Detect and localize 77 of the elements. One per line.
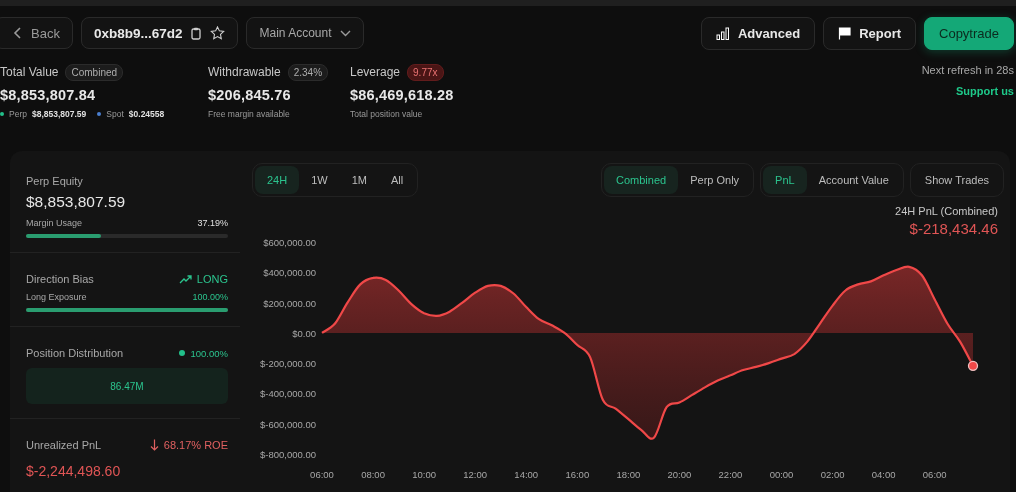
mode-tab[interactable]: Combined [604, 166, 679, 194]
stat-note: Total position value [350, 109, 423, 119]
stat-note: Free margin available [208, 109, 290, 119]
mode-tab[interactable]: Perp Only [678, 166, 752, 194]
flag-icon [838, 26, 852, 40]
star-icon[interactable] [210, 26, 226, 40]
distribution-reading: 100.00% [190, 347, 228, 359]
breakdown-value: $8,853,807.59 [31, 109, 87, 119]
perp-equity-value: $8,853,807.59 [26, 193, 127, 211]
support-link[interactable]: Support us [955, 85, 1014, 97]
meter-label: Margin Usage [26, 218, 83, 228]
y-axis-label: $-400,000.00 [260, 388, 316, 400]
x-axis-label: 04:00 [871, 469, 896, 480]
metric-tab[interactable]: Account Value [806, 166, 901, 194]
refresh-countdown: Next refresh in 28s [921, 64, 1014, 76]
x-axis-label: 12:00 [463, 469, 488, 480]
section-label: Unrealized PnL [26, 439, 102, 451]
meter-label: Long Exposure [26, 292, 87, 302]
breakdown-label: Perp [9, 109, 27, 119]
y-axis-label: $-800,000.00 [260, 449, 316, 460]
pnl-total: $-218,434.46 [909, 220, 998, 237]
stat-label: Total Value [0, 65, 59, 79]
section-label: Position Distribution [26, 347, 124, 359]
x-axis-label: 16:00 [565, 469, 590, 480]
meter-reading: 37.19% [197, 218, 228, 228]
range-tab[interactable]: All [378, 166, 416, 194]
x-axis-label: 10:00 [412, 469, 436, 480]
chevron-down-icon [339, 29, 351, 37]
x-axis-label: 06:00 [922, 469, 947, 480]
range-tab[interactable]: 24H [255, 166, 300, 194]
section-label: Direction Bias [26, 273, 94, 285]
stat-value: $8,853,807.84 [0, 87, 97, 103]
x-axis-label: 02:00 [820, 469, 845, 480]
x-axis-label: 06:00 [310, 469, 334, 480]
stat-value: $86,469,618.28 [350, 87, 454, 103]
distribution-bar: 86.47M [26, 368, 228, 404]
x-axis-label: 20:00 [667, 469, 692, 480]
section-label: Perp Equity [26, 175, 84, 187]
trend-up-icon [178, 274, 192, 284]
roe-change: 68.17% ROE [163, 439, 228, 451]
breakdown-value: $0.24558 [128, 109, 165, 119]
y-axis-label: $-200,000.00 [260, 358, 316, 370]
copytrade-button[interactable]: Copytrade [924, 16, 1014, 50]
x-axis-label: 18:00 [616, 469, 641, 480]
stat-label: Leverage [350, 65, 401, 79]
stat-badge: 9.77x [407, 63, 444, 81]
advanced-button[interactable]: Advanced [701, 16, 816, 50]
wallet-address: 0xb8b9...67d2 [93, 25, 183, 41]
stat-label: Withdrawable [208, 65, 281, 79]
account-select[interactable]: Main Account [246, 17, 364, 49]
unrealized-pnl-value: $-2,244,498.60 [26, 463, 122, 479]
bar-chart-icon [716, 26, 730, 40]
arrow-down-icon [149, 439, 159, 451]
back-button[interactable]: Back [0, 17, 73, 49]
y-axis-label: $600,000.00 [263, 237, 316, 248]
stat-value: $206,845.76 [208, 87, 292, 103]
chevron-left-icon [13, 27, 23, 39]
x-axis-label: 08:00 [361, 469, 385, 480]
stat-badge: Combined [65, 63, 124, 81]
x-axis-label: 00:00 [769, 469, 794, 480]
show-trades-button[interactable]: Show Trades [909, 163, 1004, 197]
x-axis-label: 14:00 [514, 469, 539, 480]
copy-icon[interactable] [191, 26, 202, 40]
y-axis-label: $0.00 [292, 327, 316, 339]
breakdown-label: Spot [106, 109, 124, 119]
y-axis-label: $200,000.00 [263, 297, 316, 309]
bias-value: LONG [196, 273, 228, 285]
y-axis-label: $-600,000.00 [260, 418, 316, 430]
range-tab[interactable]: 1W [299, 166, 340, 194]
metric-tab[interactable]: PnL [763, 166, 807, 194]
chart-title: 24H PnL (Combined) [895, 205, 998, 217]
meter-reading: 100.00% [192, 292, 228, 302]
stat-badge: 2.34% [287, 63, 329, 81]
x-axis-label: 22:00 [718, 469, 743, 480]
y-axis-label: $400,000.00 [263, 267, 316, 279]
report-button[interactable]: Report [823, 16, 916, 50]
range-tab[interactable]: 1M [339, 166, 379, 194]
